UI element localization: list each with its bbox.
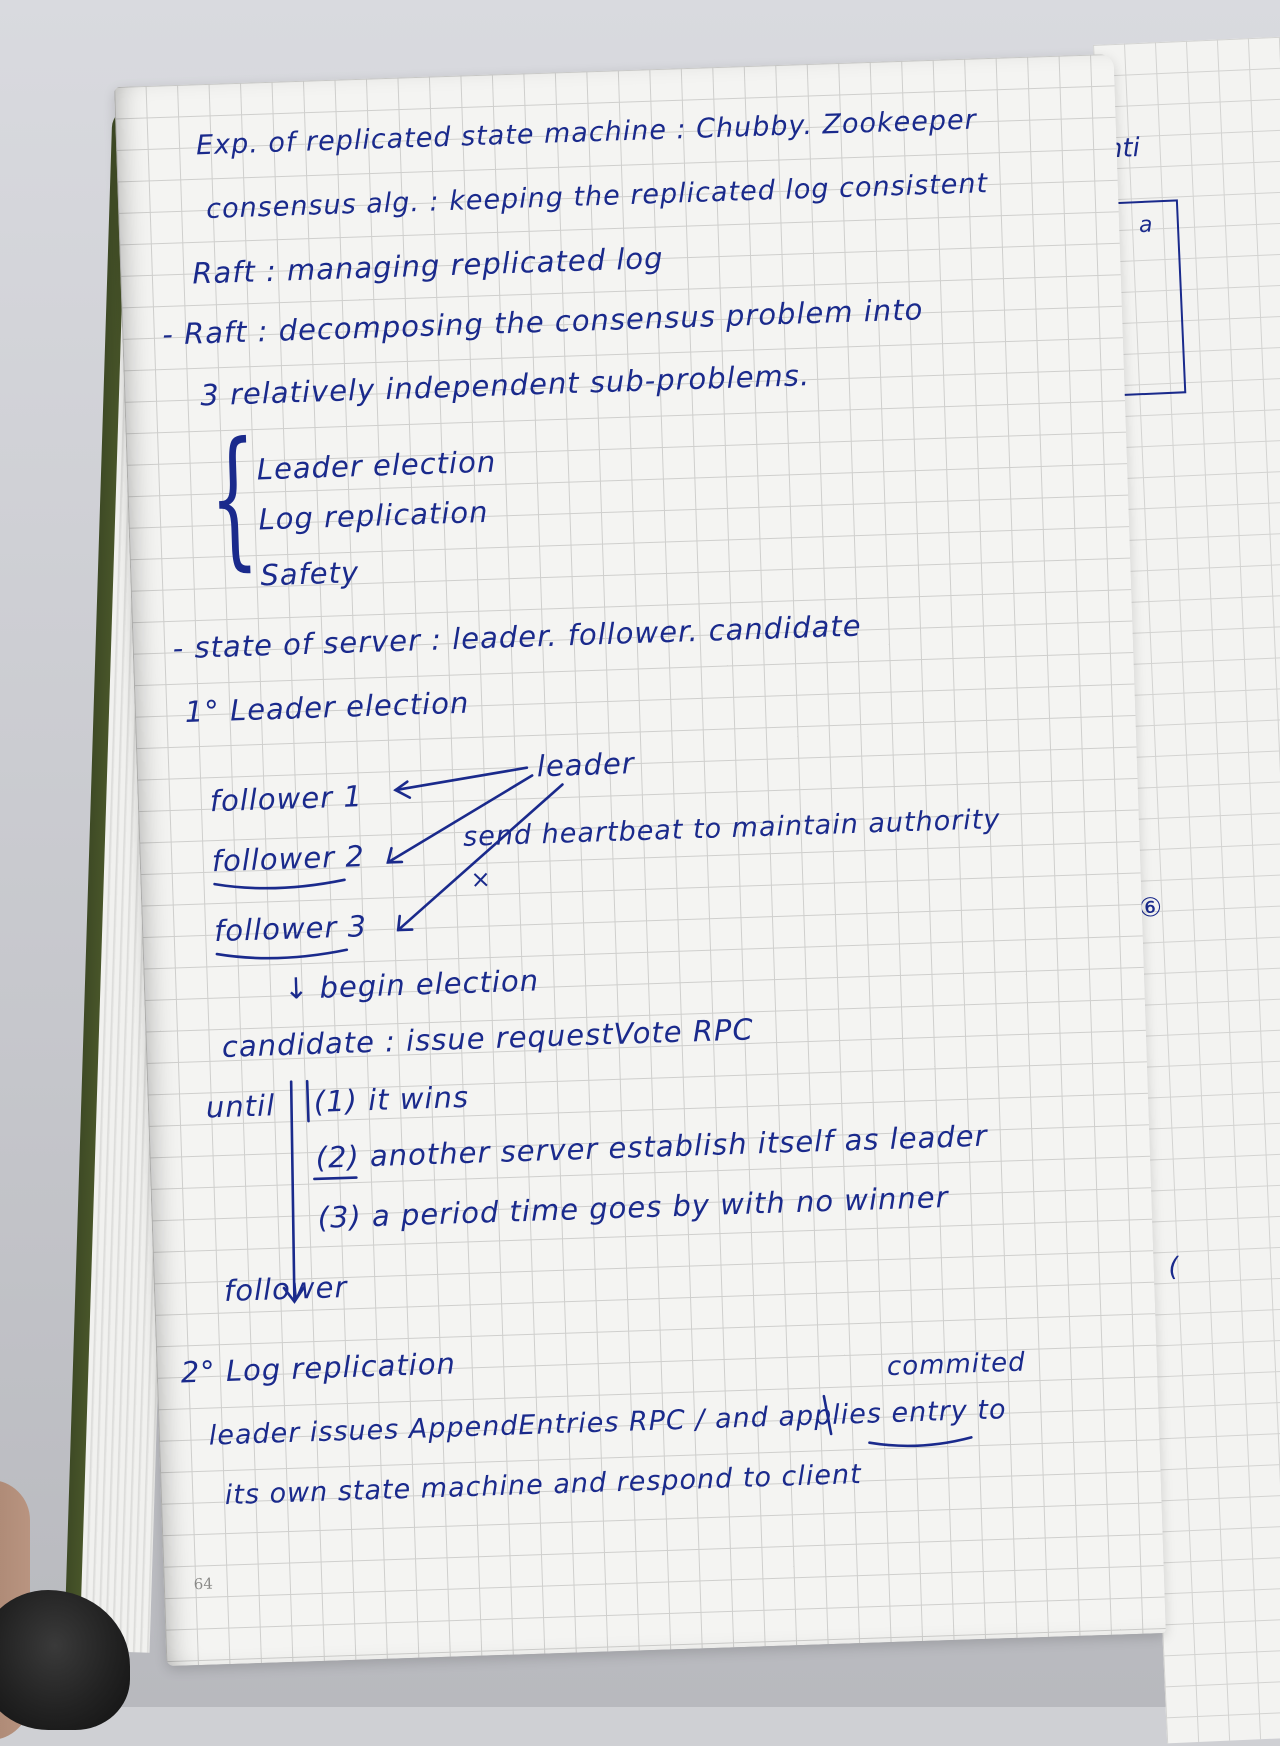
photo-scene: unti a C ⑤ ⑥ ( Exp. of replicated state … <box>0 0 1280 1744</box>
arrow-leader-to-follower-3 <box>396 783 564 932</box>
note-line-consensus-alg: consensus alg. : keeping the replicated … <box>205 168 989 226</box>
note-commited-insert: commited <box>886 1347 1027 1383</box>
diagram-condition-1: (1) it wins <box>313 1079 470 1119</box>
until-tick <box>305 1079 310 1123</box>
diagram-until: until <box>205 1088 276 1125</box>
underline-follower-3 <box>215 948 349 960</box>
arrowhead-follower-1 <box>393 780 412 799</box>
note-line-state-machine: its own state machine and respond to cli… <box>224 1458 863 1512</box>
diagram-heartbeat-label: send heartbeat to maintain authority <box>462 804 1001 853</box>
right-page-letter-a: a <box>1138 212 1153 239</box>
diagram-condition-2: (2) another server establish itself as l… <box>315 1118 988 1175</box>
section-heading-log-replication: 2° Log replication <box>180 1346 457 1390</box>
underline-applies <box>868 1436 973 1448</box>
section-heading-leader-election: 1° Leader election <box>184 685 470 730</box>
diagram-leader: leader <box>536 746 636 784</box>
underline-follower-2 <box>213 878 346 890</box>
curly-bracket: { <box>206 410 261 587</box>
underline-condition-2 <box>313 1176 358 1181</box>
diagram-condition-3: (3) a period time goes by with no winner <box>317 1179 950 1235</box>
diagram-begin-election: ↓ begin election <box>283 963 540 1006</box>
diagram-follower-2: follower 2 <box>211 839 366 879</box>
until-vertical-line <box>289 1080 296 1302</box>
note-line-append-entries: leader issues AppendEntries RPC / and ap… <box>208 1394 1007 1452</box>
notebook-page: Exp. of replicated state machine : Chubb… <box>114 53 1166 1667</box>
arrow-leader-to-follower-1 <box>394 766 529 792</box>
diagram-failed-heartbeat-mark: × <box>470 864 493 894</box>
diagram-follower-1: follower 1 <box>209 779 364 819</box>
arrowhead-follower-3 <box>396 914 414 932</box>
note-line-server-states: - state of server : leader. follower. ca… <box>172 608 863 666</box>
arrowhead-follower-2 <box>386 846 404 864</box>
diagram-candidate: candidate : issue requestVote RPC <box>221 1012 755 1064</box>
note-line-replicated-state-machine: Exp. of replicated state machine : Chubb… <box>195 104 978 162</box>
diagram-follower-3: follower 3 <box>213 909 368 949</box>
note-line-raft-decomposing: - Raft : decomposing the consensus probl… <box>161 292 924 352</box>
sub-problem-log-replication: Log replication <box>257 494 490 537</box>
note-line-sub-problems: 3 relatively independent sub-problems. <box>199 358 811 413</box>
right-page-mark-paren: ( <box>1167 1252 1180 1283</box>
sub-problem-safety: Safety <box>259 555 360 593</box>
sub-problem-leader-election: Leader election <box>256 444 497 487</box>
diagram-follower-end: follower <box>223 1269 348 1309</box>
page-number: 64 <box>193 1574 214 1594</box>
note-line-raft-managing: Raft : managing replicated log <box>191 240 665 291</box>
